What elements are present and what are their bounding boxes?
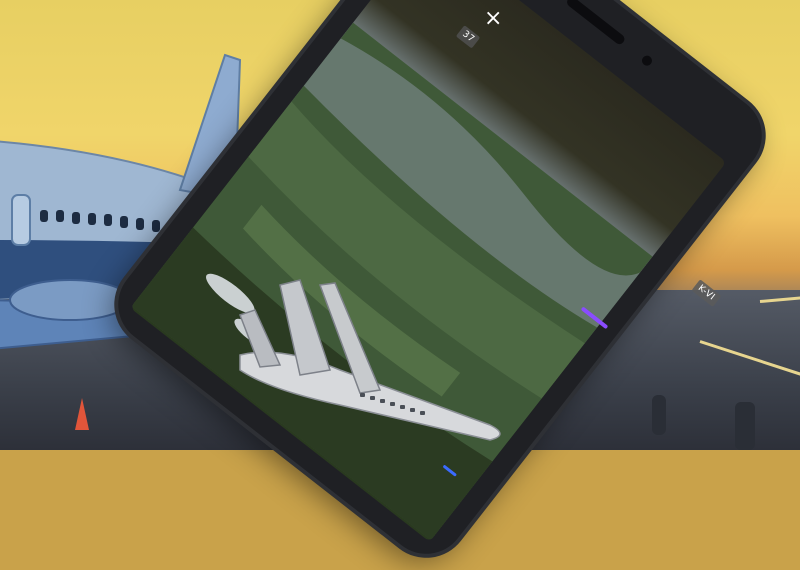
close-icon[interactable]: × bbox=[484, 8, 502, 30]
person-silhouette bbox=[652, 395, 666, 435]
traffic-cone bbox=[75, 398, 89, 430]
flying-airplane bbox=[239, 279, 501, 441]
person-silhouette bbox=[735, 402, 755, 450]
